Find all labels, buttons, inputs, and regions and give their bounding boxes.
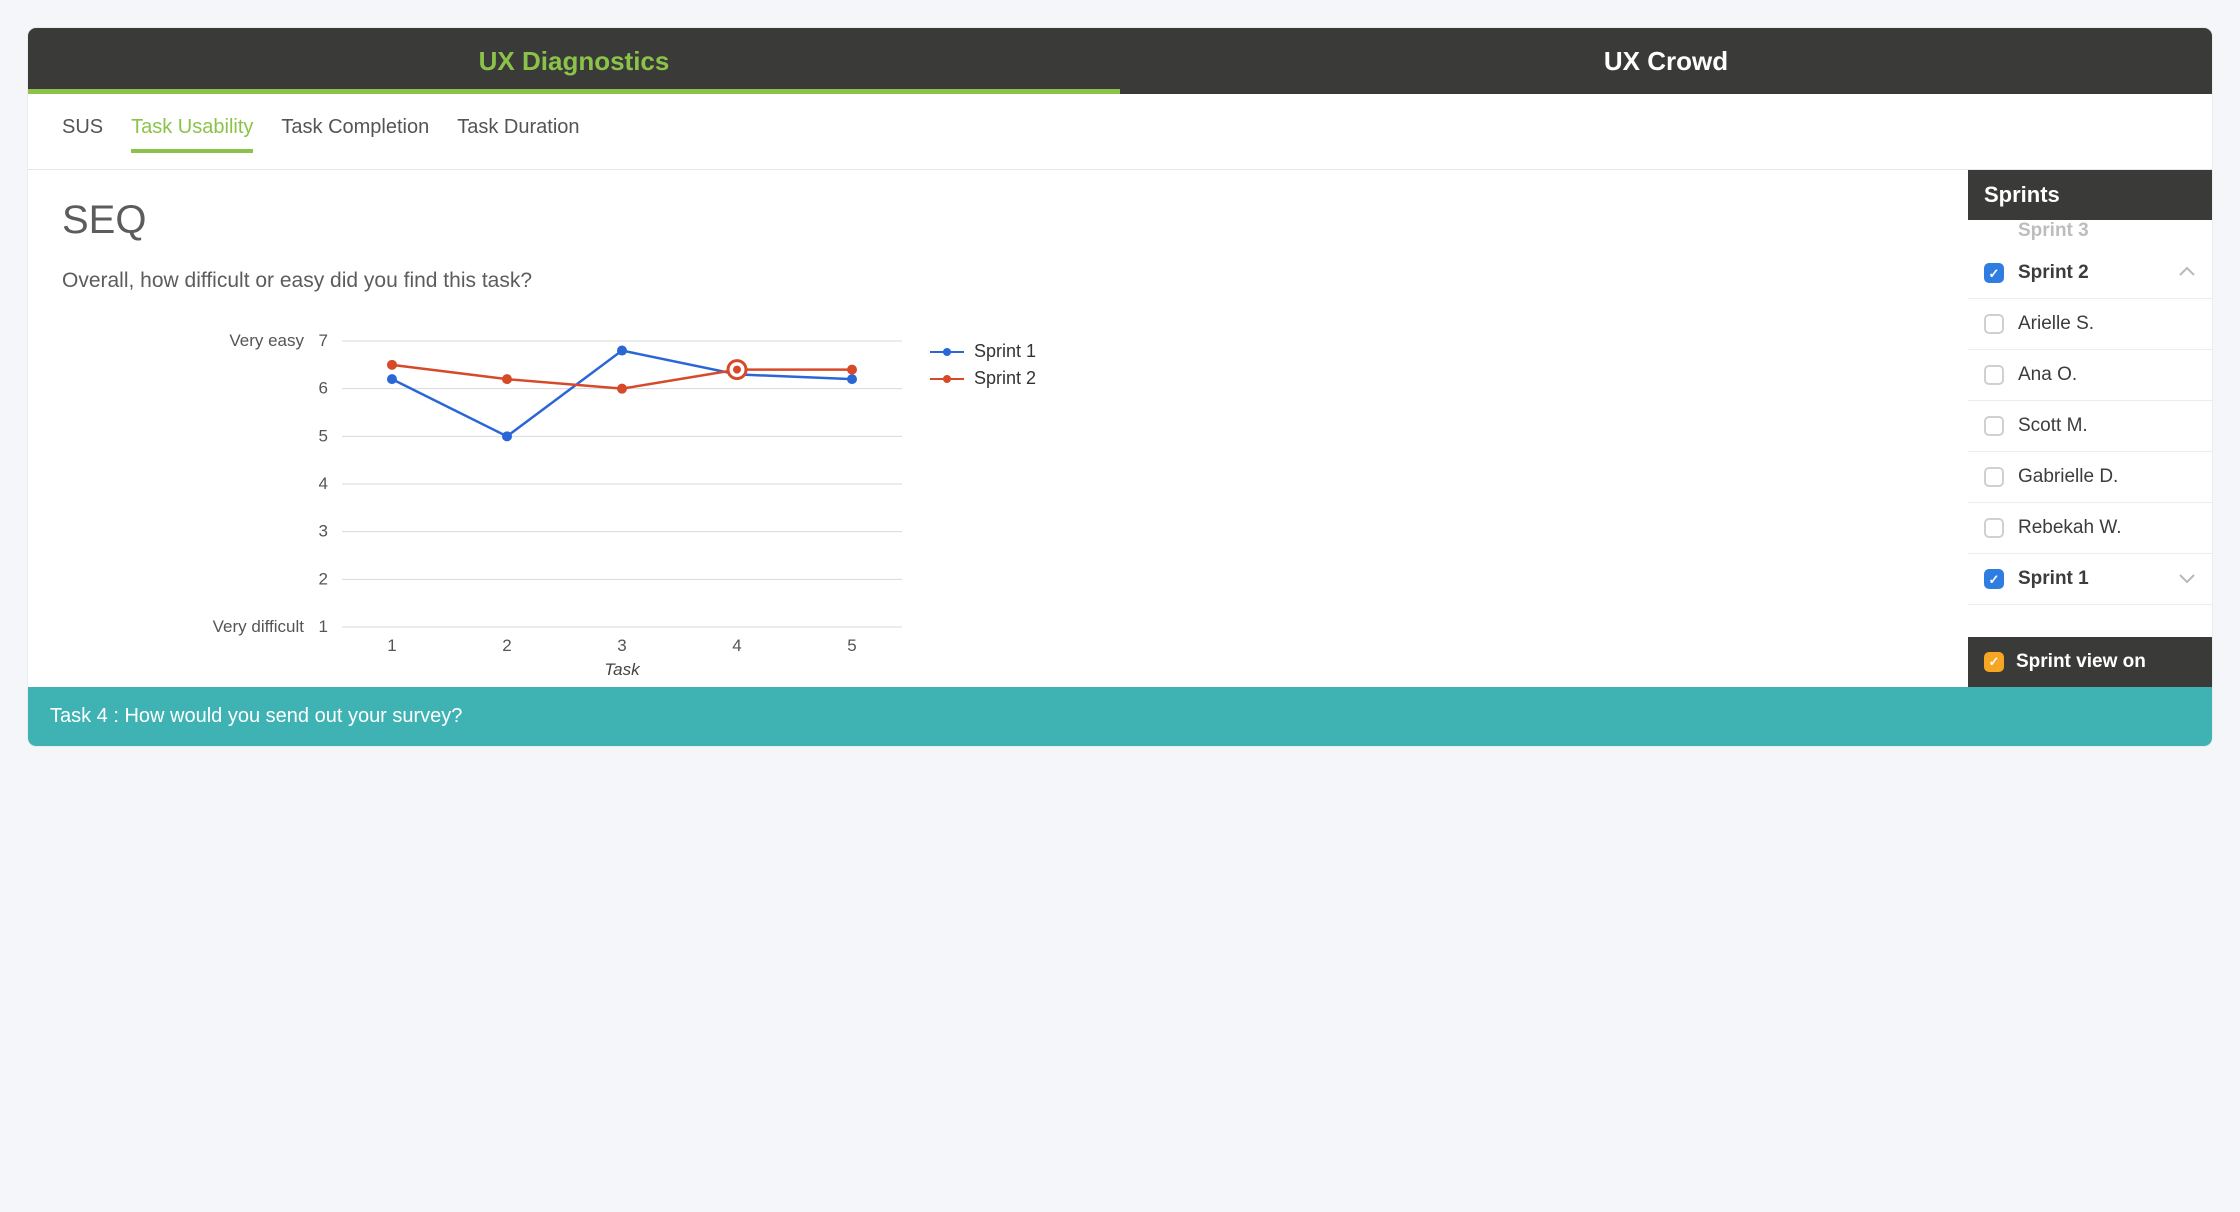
participant-name: Scott M. — [2018, 415, 2088, 437]
sprints-sidebar: Sprints Sprint 3 ✓ Sprint 2 — [1968, 170, 2212, 687]
checkbox-unchecked-icon[interactable] — [1984, 365, 2004, 385]
checkbox-unchecked-icon[interactable] — [1984, 467, 2004, 487]
top-tabs: UX Diagnostics UX Crowd — [28, 28, 2212, 94]
legend-swatch-blue — [930, 351, 964, 353]
participant-name: Ana O. — [2018, 364, 2077, 386]
svg-text:7: 7 — [319, 331, 328, 350]
svg-text:6: 6 — [319, 379, 328, 398]
checkbox-unchecked-icon[interactable] — [1984, 314, 2004, 334]
participant-row[interactable]: Gabrielle D. — [1968, 452, 2212, 503]
subtab-task-usability[interactable]: Task Usability — [131, 116, 253, 151]
subtab-task-duration[interactable]: Task Duration — [457, 116, 579, 151]
chevron-down-icon[interactable] — [2178, 568, 2196, 590]
svg-text:1: 1 — [319, 617, 328, 636]
sprints-header: Sprints — [1968, 170, 2212, 220]
checkbox-checked-orange-icon[interactable]: ✓ — [1984, 652, 2004, 672]
participant-name: Rebekah W. — [2018, 517, 2122, 539]
svg-text:Very easy: Very easy — [229, 331, 304, 350]
legend-item-sprint1[interactable]: Sprint 1 — [930, 341, 1036, 362]
sprint-label: Sprint 1 — [2018, 568, 2089, 590]
svg-text:Task: Task — [604, 660, 641, 677]
page-title: SEQ — [62, 198, 1934, 243]
sprint-row-sprint2[interactable]: ✓ Sprint 2 — [1968, 248, 2212, 299]
sub-tabs: SUS Task Usability Task Completion Task … — [28, 94, 2212, 170]
tab-ux-crowd[interactable]: UX Crowd — [1120, 28, 2212, 94]
sprint-row-sprint1[interactable]: ✓ Sprint 1 — [1968, 554, 2212, 605]
task-footer-bar[interactable]: Task 4 : How would you send out your sur… — [28, 687, 2212, 746]
participant-row[interactable]: Ana O. — [1968, 350, 2212, 401]
svg-text:Very difficult: Very difficult — [213, 617, 305, 636]
checkbox-unchecked-icon[interactable] — [1984, 416, 2004, 436]
checkbox-checked-icon[interactable]: ✓ — [1984, 263, 2004, 283]
svg-text:2: 2 — [319, 569, 328, 588]
svg-text:3: 3 — [617, 636, 626, 655]
svg-text:2: 2 — [502, 636, 511, 655]
subtab-sus[interactable]: SUS — [62, 116, 103, 151]
seq-line-chart: 1 2 3 4 5 6 7 Very easy Very difficult 1 2 3 4 5 Task — [62, 327, 922, 677]
svg-text:4: 4 — [732, 636, 741, 655]
svg-text:1: 1 — [387, 636, 396, 655]
svg-text:5: 5 — [847, 636, 856, 655]
chart-legend: Sprint 1 Sprint 2 — [922, 327, 1036, 395]
sprint-row-sprint3[interactable]: Sprint 3 — [1968, 220, 2212, 248]
participant-row[interactable]: Scott M. — [1968, 401, 2212, 452]
tab-ux-diagnostics[interactable]: UX Diagnostics — [28, 28, 1120, 94]
legend-label: Sprint 1 — [974, 341, 1036, 362]
participant-row[interactable]: Arielle S. — [1968, 299, 2212, 350]
participant-name: Arielle S. — [2018, 313, 2094, 335]
subtab-task-completion[interactable]: Task Completion — [281, 116, 429, 151]
sprint-label: Sprint 3 — [2018, 220, 2089, 242]
svg-text:4: 4 — [319, 474, 328, 493]
legend-swatch-red — [930, 378, 964, 380]
checkbox-unchecked-icon[interactable] — [1984, 518, 2004, 538]
question-text: Overall, how difficult or easy did you f… — [62, 269, 1934, 293]
sprint-label: Sprint 2 — [2018, 262, 2089, 284]
legend-label: Sprint 2 — [974, 368, 1036, 389]
checkbox-checked-icon[interactable]: ✓ — [1984, 569, 2004, 589]
legend-item-sprint2[interactable]: Sprint 2 — [930, 368, 1036, 389]
participant-name: Gabrielle D. — [2018, 466, 2118, 488]
svg-text:3: 3 — [319, 522, 328, 541]
participant-row[interactable]: Rebekah W. — [1968, 503, 2212, 554]
chevron-up-icon[interactable] — [2178, 262, 2196, 284]
svg-text:5: 5 — [319, 426, 328, 445]
sprint-view-toggle[interactable]: ✓ Sprint view on — [1968, 637, 2212, 687]
sprint-view-label: Sprint view on — [2016, 651, 2146, 673]
